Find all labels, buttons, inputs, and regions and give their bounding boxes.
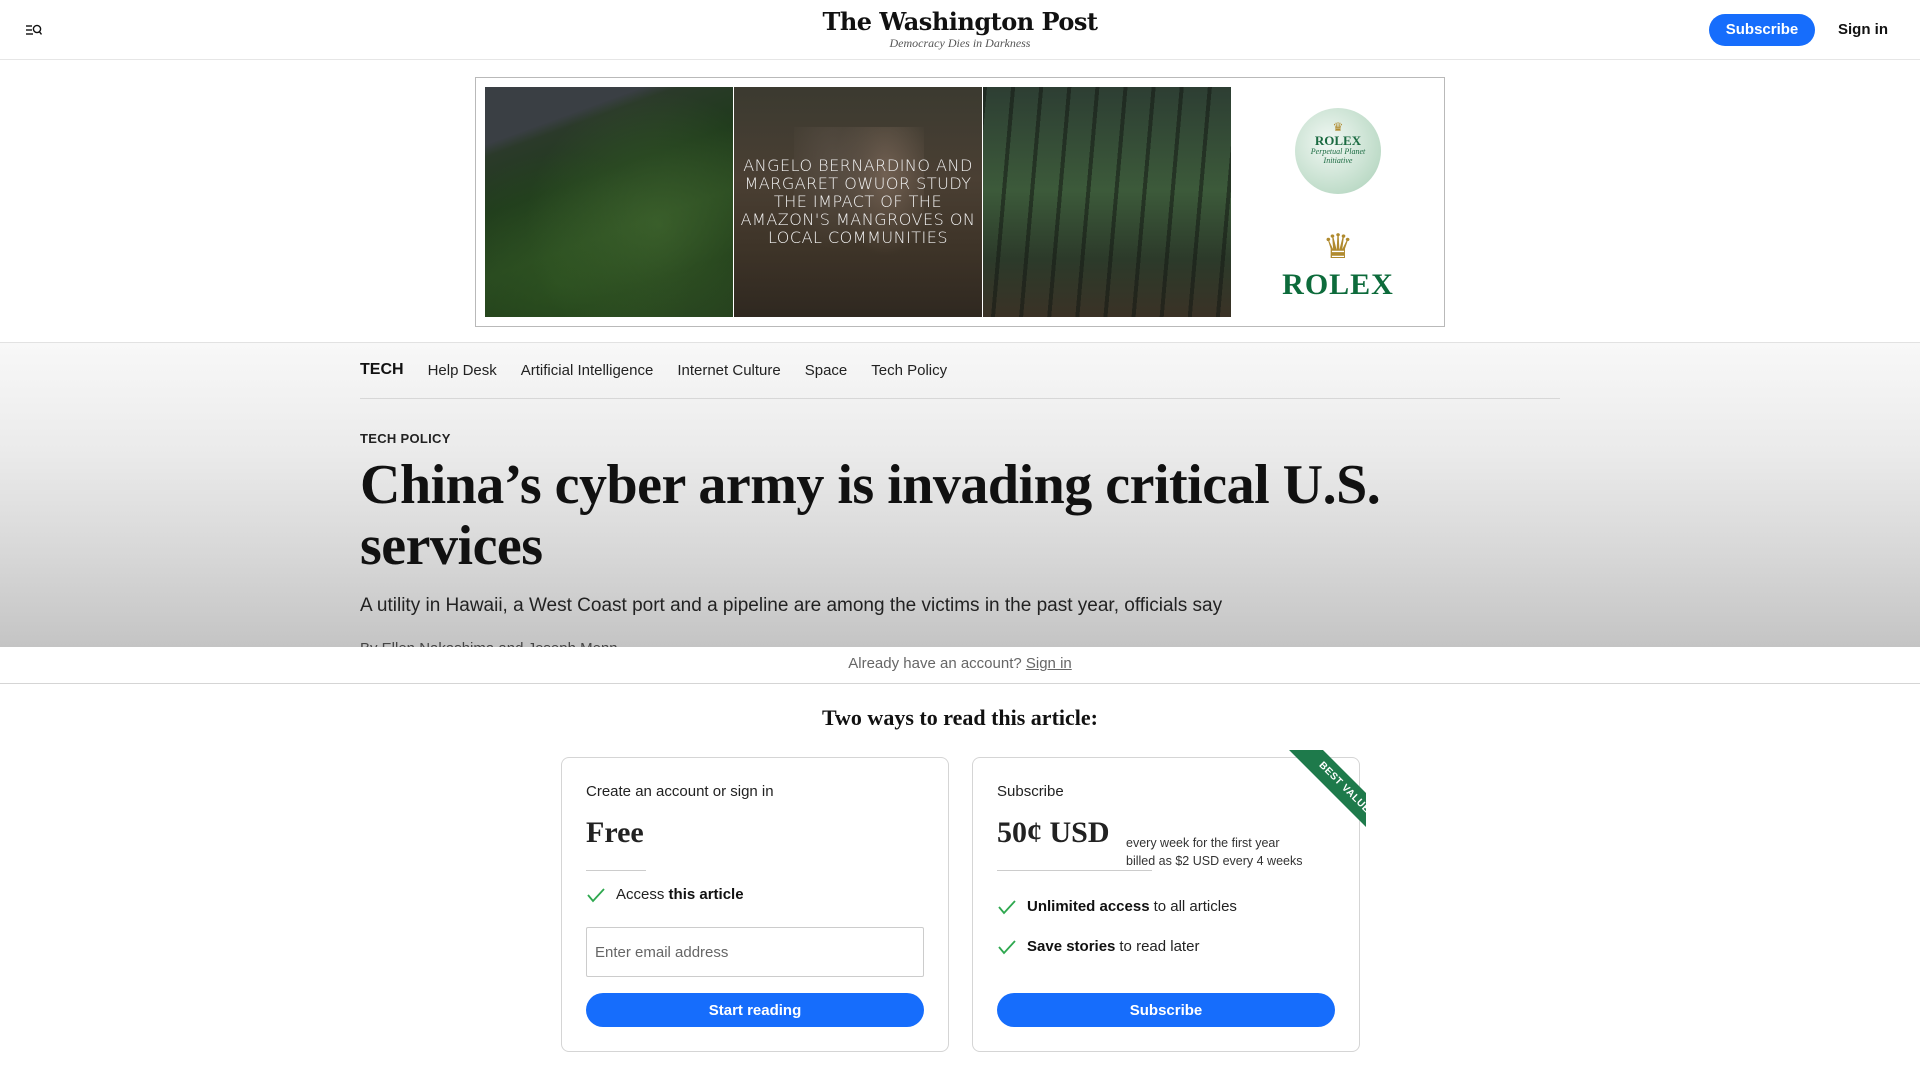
ad-brand-name: ROLEX — [1282, 268, 1394, 301]
paywall-title: Two ways to read this article: — [822, 705, 1098, 730]
article-kicker[interactable]: TECH POLICY — [360, 431, 451, 446]
feature-bold: this article — [668, 886, 744, 903]
article-dek: A utility in Hawaii, a West Coast port a… — [360, 595, 1223, 616]
globe-sub-line1: Perpetual Planet — [1310, 147, 1366, 156]
free-card-price: Free — [586, 816, 644, 849]
section-nav-item-space[interactable]: Space — [805, 361, 848, 379]
ad-image-mangrove-forest — [983, 87, 1231, 317]
paywall-overlay: Already have an account? Sign in Two way… — [0, 647, 1920, 1080]
site-header: The Washington Post Democracy Dies in Da… — [0, 0, 1920, 60]
feature-suffix: to all articles — [1153, 898, 1237, 915]
best-value-label: BEST VALUE — [1286, 750, 1366, 846]
header-sign-in-link[interactable]: Sign in — [1838, 21, 1888, 38]
subscribe-feature-item: Unlimited access to all articles — [997, 898, 1237, 915]
free-feature-item: Access this article — [586, 886, 748, 903]
free-option-card: Create an account or sign in Free Access… — [561, 757, 949, 1052]
section-nav-item-internet-culture[interactable]: Internet Culture — [677, 361, 780, 379]
subscribe-feature-item: Save stories to read later — [997, 938, 1199, 955]
crown-icon: ♛ — [1332, 120, 1344, 134]
logo-title: The Washington Post — [822, 7, 1098, 36]
ad-caption: ANGELO BERNARDINO AND MARGARET OWUOR STU… — [740, 156, 976, 247]
globe-brand: ROLEX — [1314, 133, 1362, 148]
price-note-line1: every week for the first year — [1126, 836, 1280, 850]
logo-tagline: Democracy Dies in Darkness — [889, 36, 1031, 50]
signin-prompt: Already have an account? Sign in — [0, 647, 1920, 684]
section-nav-item-tech-policy[interactable]: Tech Policy — [871, 361, 947, 379]
header-subscribe-button[interactable]: Subscribe — [1709, 14, 1815, 46]
feature-bold: Unlimited access — [1027, 898, 1150, 915]
ad-image-researchers: ANGELO BERNARDINO AND MARGARET OWUOR STU… — [734, 87, 982, 317]
price-note: every week for the first year billed as … — [1126, 834, 1302, 870]
rolex-crown-icon: ♛ — [1322, 228, 1354, 266]
price-divider — [586, 870, 646, 871]
section-nav: TECH Help Desk Artificial Intelligence I… — [360, 361, 1560, 399]
perpetual-planet-globe-logo: ♛ ROLEX Perpetual Planet Initiative — [1295, 108, 1381, 194]
article-header: TECH Help Desk Artificial Intelligence I… — [0, 342, 1920, 648]
ad-image-mangrove-aerial — [485, 87, 733, 317]
advertisement[interactable]: ANGELO BERNARDINO AND MARGARET OWUOR STU… — [475, 77, 1445, 327]
globe-sub-line2: Initiative — [1323, 156, 1353, 165]
check-icon — [998, 899, 1016, 914]
subscribe-card-price: 50¢ USD — [997, 816, 1110, 849]
start-reading-button[interactable]: Start reading — [586, 993, 924, 1027]
paywall-sign-in-link[interactable]: Sign in — [1026, 655, 1072, 672]
subscribe-option-card: BEST VALUE Subscribe 50¢ USD every week … — [972, 750, 1366, 1052]
feature-prefix: Access — [616, 886, 665, 903]
check-icon — [587, 887, 605, 902]
section-nav-item-artificial-intelligence[interactable]: Artificial Intelligence — [521, 361, 654, 379]
feature-bold: Save stories — [1027, 938, 1116, 955]
price-note-line2: billed as $2 USD every 4 weeks — [1126, 854, 1303, 868]
price-divider — [997, 870, 1152, 871]
section-nav-title[interactable]: TECH — [360, 361, 404, 379]
ad-brand-panel: ♛ ROLEX Perpetual Planet Initiative ♛ RO… — [1232, 78, 1444, 326]
check-icon — [998, 939, 1016, 954]
signin-prompt-text: Already have an account? — [848, 655, 1022, 672]
section-nav-item-help-desk[interactable]: Help Desk — [428, 361, 497, 379]
subscribe-card-eyebrow: Subscribe — [997, 783, 1064, 800]
email-input[interactable] — [586, 927, 924, 977]
site-logo[interactable]: The Washington Post Democracy Dies in Da… — [0, 7, 1920, 51]
feature-suffix: to read later — [1119, 938, 1200, 955]
article-headline: China’s cyber army is invading critical … — [360, 454, 1381, 577]
free-card-eyebrow: Create an account or sign in — [586, 783, 774, 800]
subscribe-card-button[interactable]: Subscribe — [997, 993, 1335, 1027]
